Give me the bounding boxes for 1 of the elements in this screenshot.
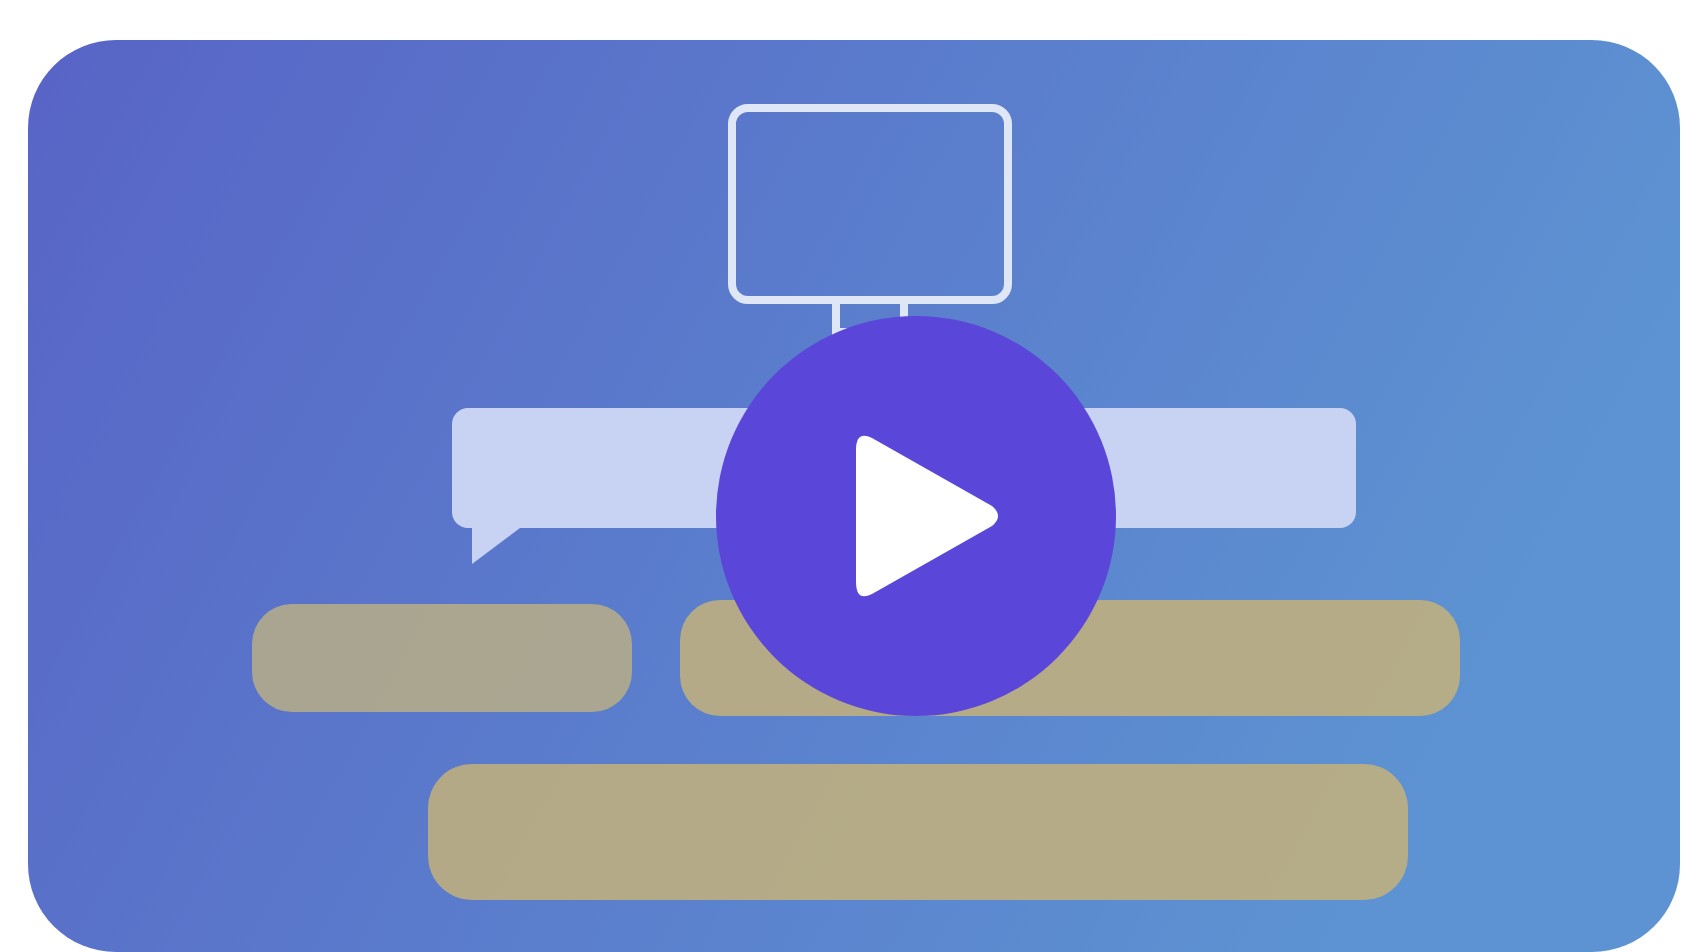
play-icon bbox=[856, 430, 1000, 602]
